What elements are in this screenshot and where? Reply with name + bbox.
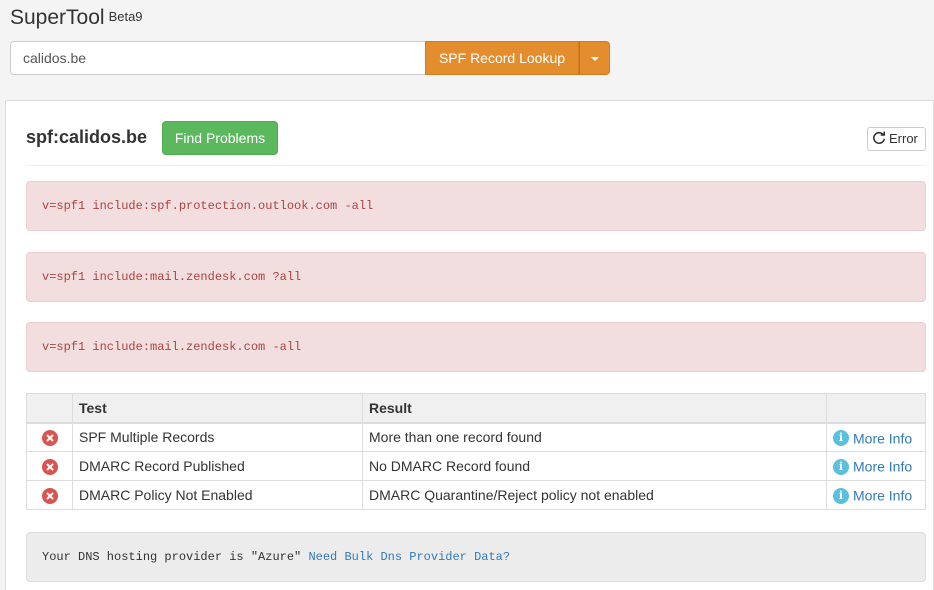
brand[interactable]: SuperTool Beta9 [10,6,143,30]
status-cell [26,480,73,510]
refresh-icon [873,131,886,144]
table-row: DMARC Policy Not Enabled DMARC Quarantin… [26,480,926,510]
lookup-dropdown-button[interactable] [579,41,610,75]
search-input[interactable] [10,41,450,75]
header-status [26,393,73,424]
spf-record-2: v=spf1 include:mail.zendesk.com ?all [26,252,926,302]
table-row: DMARC Record Published No DMARC Record f… [26,451,926,481]
header-test: Test [72,393,363,424]
bulk-dns-provider-link[interactable]: Need Bulk Dns Provider Data? [308,550,510,564]
error-x-icon [41,429,58,446]
more-info-cell: i More Info [826,422,926,452]
info-icon[interactable]: i [833,429,849,446]
more-info-cell: i More Info [826,480,926,510]
error-label: Error [889,131,918,146]
table-row: SPF Multiple Records More than one recor… [26,422,926,452]
error-x-icon [41,458,58,475]
dns-provider-notice: Your DNS hosting provider is "Azure" Nee… [26,532,926,582]
more-info-cell: i More Info [826,451,926,481]
more-info-link[interactable]: More Info [853,459,912,475]
page-title: spf:calidos.be [26,127,148,147]
info-icon[interactable]: i [833,458,849,475]
more-info-link[interactable]: More Info [853,488,912,504]
spf-record-1: v=spf1 include:spf.protection.outlook.co… [26,181,926,231]
test-result: More than one record found [362,422,827,452]
find-problems-button[interactable]: Find Problems [162,121,278,155]
status-cell [26,451,73,481]
header-result: Result [362,393,827,424]
test-name: DMARC Record Published [72,451,363,481]
test-name: DMARC Policy Not Enabled [72,480,363,510]
error-x-icon [41,487,58,504]
error-button[interactable]: Error [867,127,926,151]
results-table: Test Result SPF Multiple Records More th… [26,393,926,510]
table-header-row: Test Result [26,393,926,424]
caret-down-icon [591,57,599,61]
header-info [826,393,926,424]
info-icon[interactable]: i [833,487,849,504]
more-info-link[interactable]: More Info [853,430,912,446]
spf-record-3: v=spf1 include:mail.zendesk.com -all [26,322,926,372]
test-result: DMARC Quarantine/Reject policy not enabl… [362,480,827,510]
divider [26,165,926,166]
test-name: SPF Multiple Records [72,422,363,452]
spf-record-lookup-button[interactable]: SPF Record Lookup [425,41,579,75]
results-panel: spf:calidos.be Find Problems Error v=spf… [5,100,934,590]
app-name: SuperTool [10,6,105,29]
version-badge: Beta9 [108,9,143,24]
test-result: No DMARC Record found [362,451,827,481]
dns-provider-text: Your DNS hosting provider is "Azure" [42,550,302,564]
header: SuperToolBeta9 SPF Record Lookup [0,0,934,100]
status-cell [26,422,73,452]
